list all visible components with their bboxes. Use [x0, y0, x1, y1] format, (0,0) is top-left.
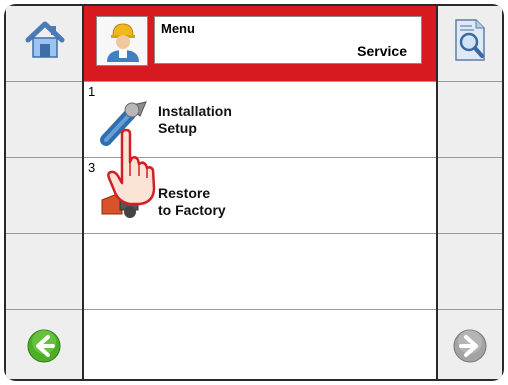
right-slot-2 [438, 158, 502, 234]
pointing-hand-cursor-icon [107, 128, 156, 206]
menu-title-box: Menu Service [154, 16, 422, 64]
menu-header: Menu Service [84, 6, 436, 82]
back-button[interactable] [6, 310, 82, 379]
menu-item-number: 3 [88, 160, 96, 175]
forward-arrow-icon [453, 329, 487, 363]
menu-item-empty [84, 234, 436, 310]
right-slot-3 [438, 234, 502, 310]
menu-footer-empty [84, 310, 436, 379]
right-slot-1 [438, 82, 502, 158]
search-button[interactable] [438, 6, 502, 82]
menu-item-label: Restore to Factory [158, 185, 226, 218]
home-button[interactable] [6, 6, 82, 82]
search-document-icon [455, 19, 485, 61]
left-slot-1 [6, 82, 82, 158]
forward-button[interactable] [438, 310, 502, 379]
menu-item-label: Installation Setup [158, 103, 232, 136]
service-technician-icon [107, 23, 139, 62]
page-title: Service [357, 43, 407, 59]
device-screen: Menu Service 1 Installation Setup 3 Rest… [4, 4, 504, 381]
home-icon [25, 21, 65, 58]
left-slot-3 [6, 234, 82, 310]
menu-panel: Menu Service 1 Installation Setup 3 Rest… [84, 6, 436, 379]
menu-item-number: 1 [88, 84, 96, 99]
avatar [96, 16, 148, 66]
menu-label: Menu [161, 21, 195, 36]
left-slot-2 [6, 158, 82, 234]
back-arrow-icon [27, 329, 61, 363]
